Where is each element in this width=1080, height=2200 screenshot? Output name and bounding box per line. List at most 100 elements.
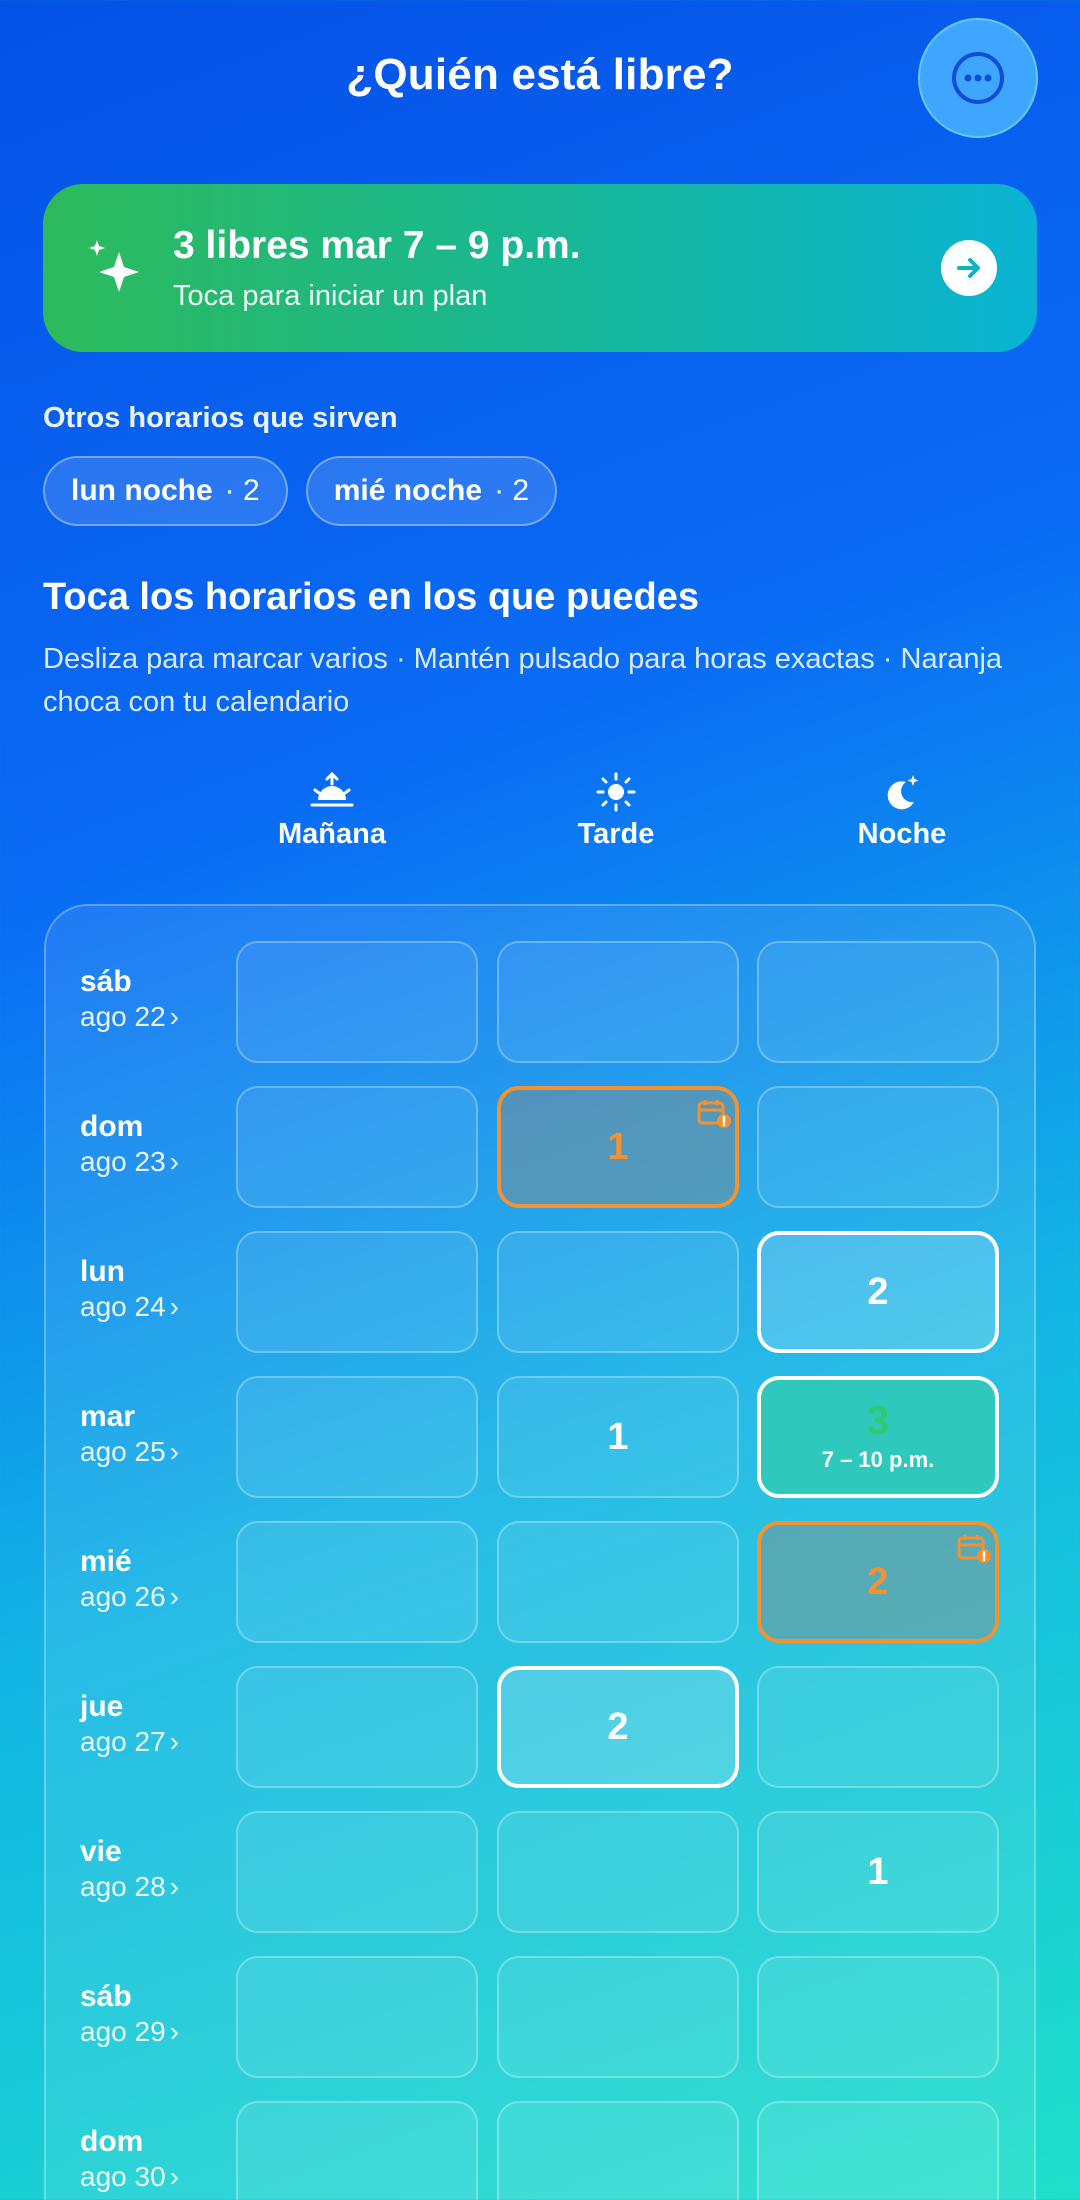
day-name: mié [80,1545,132,1578]
time-slot-cell[interactable] [757,1086,999,1208]
chip-label: lun noche [71,474,213,507]
free-count: 1 [607,1125,629,1168]
day-date: ago 27 › [80,1726,179,1758]
calendar-conflict-icon [957,1531,991,1563]
sparkles-icon [89,240,139,292]
chevron-right-icon: › [169,1581,179,1612]
time-slot-cell[interactable] [236,1231,478,1353]
day-date-text: ago 30 [80,2161,166,2192]
time-slot-cell[interactable]: 2 [497,1666,739,1788]
time-slot-cell[interactable] [497,2101,739,2200]
day-label[interactable]: mar ago 25 › [80,1400,179,1468]
time-slot-cell[interactable]: 2 [757,1231,999,1353]
free-count: 3 [866,1399,890,1443]
free-count: 2 [867,1270,889,1313]
day-name: dom [80,1110,144,1143]
chevron-right-icon: › [169,1871,179,1902]
time-slot-cell[interactable] [236,1811,478,1933]
chip-count: · 2 [494,474,530,507]
time-slot-cell[interactable] [757,941,999,1063]
time-slot-cell[interactable] [757,1666,999,1788]
chevron-right-icon: › [169,1436,179,1467]
sun-icon [596,772,636,812]
banner-subtitle: Toca para iniciar un plan [173,280,488,312]
period-label: Noche [857,818,947,850]
header: ¿Quién está libre? [0,0,1080,160]
chevron-right-icon: › [169,1146,179,1177]
time-slot-cell[interactable] [236,1376,478,1498]
time-slot-cell[interactable] [236,2101,478,2200]
time-slot-cell[interactable] [236,1521,478,1643]
day-name: sáb [80,965,132,998]
time-slot-cell[interactable]: 1 [757,1811,999,1933]
time-slot-cell[interactable] [236,1956,478,2078]
time-range: 7 – 10 p.m. [821,1447,935,1472]
calendar-conflict-icon [697,1096,731,1128]
suggestion-banner[interactable]: 3 libres mar 7 – 9 p.m. Toca para inicia… [43,184,1037,352]
time-slot-cell[interactable] [497,1521,739,1643]
moon-icon [887,775,919,810]
day-date: ago 24 › [80,1291,179,1323]
chevron-right-icon: › [169,1291,179,1322]
chip-lun-noche[interactable]: lun noche · 2 [43,456,288,526]
banner-title: 3 libres mar 7 – 9 p.m. [173,224,581,267]
arrow-right-icon [957,258,980,278]
day-label[interactable]: sáb ago 22 › [80,965,179,1033]
day-date-text: ago 27 [80,1726,166,1757]
time-slot-cell[interactable]: 2 [757,1521,999,1643]
chip-label: mié noche [333,474,483,507]
time-slot-cell[interactable] [236,1666,478,1788]
day-label[interactable]: jue ago 27 › [80,1690,179,1758]
day-date-text: ago 22 [80,1001,166,1032]
day-name: jue [80,1690,124,1723]
time-slot-cell[interactable] [497,1956,739,2078]
time-slot-cell[interactable]: 3 7 – 10 p.m. [757,1376,999,1498]
instructions-hint: Desliza para marcar varios · Mantén puls… [43,643,1003,718]
free-count: 2 [867,1560,889,1603]
chip-count: · 2 [224,474,260,507]
time-slot-cell[interactable] [236,1086,478,1208]
time-slot-cell[interactable] [757,1956,999,2078]
period-night: Noche [802,772,1002,851]
day-name: dom [80,2125,144,2158]
free-count: 1 [607,1415,629,1458]
day-name: mar [80,1400,136,1433]
day-date-text: ago 24 [80,1291,166,1322]
sunrise-icon [310,772,354,807]
day-date-text: ago 28 [80,1871,166,1902]
day-date-text: ago 23 [80,1146,166,1177]
start-plan-button[interactable] [941,240,997,296]
day-label[interactable]: dom ago 30 › [80,2125,179,2193]
time-slot-cell[interactable]: 1 [497,1086,739,1208]
day-label[interactable]: lun ago 24 › [80,1255,179,1323]
day-date-text: ago 25 [80,1436,166,1467]
time-slot-cell[interactable] [757,2101,999,2200]
free-count: 1 [867,1850,889,1893]
chevron-right-icon: › [169,1001,179,1032]
day-label[interactable]: sáb ago 29 › [80,1980,179,2048]
chevron-right-icon: › [169,2161,179,2192]
chevron-right-icon: › [169,2016,179,2047]
time-slot-cell[interactable]: 1 [497,1376,739,1498]
chip-mie-noche[interactable]: mié noche · 2 [305,456,558,526]
period-label: Mañana [278,818,386,850]
day-date-text: ago 26 [80,1581,166,1612]
day-date: ago 22 › [80,1001,179,1033]
more-options-button[interactable] [918,18,1038,138]
time-slot-cell[interactable] [236,941,478,1063]
chevron-right-icon: › [169,1726,179,1757]
day-date-text: ago 29 [80,2016,166,2047]
day-date: ago 26 › [80,1581,179,1613]
time-slot-cell[interactable] [497,1231,739,1353]
instructions-heading: Toca los horarios en los que puedes [43,576,700,618]
more-horizontal-icon [952,52,1004,104]
time-slot-cell[interactable] [497,1811,739,1933]
day-label[interactable]: mié ago 26 › [80,1545,179,1613]
day-label[interactable]: dom ago 23 › [80,1110,179,1178]
day-name: vie [80,1835,122,1868]
period-morning: Mañana [232,772,432,851]
time-slot-cell[interactable] [497,941,739,1063]
day-label[interactable]: vie ago 28 › [80,1835,179,1903]
other-slots-label: Otros horarios que sirven [43,402,398,434]
day-name: lun [80,1255,125,1288]
